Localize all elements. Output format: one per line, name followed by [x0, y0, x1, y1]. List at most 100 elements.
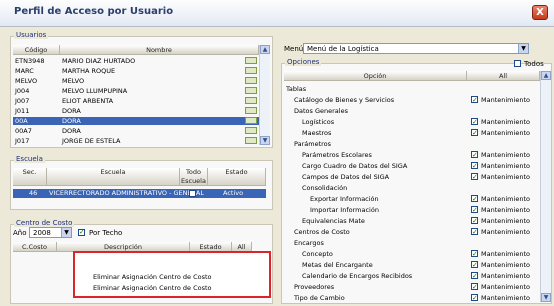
permissions-icon[interactable]: [245, 87, 257, 94]
usuario-row[interactable]: J007 ELIOT ARBENTA: [13, 97, 259, 105]
opcion-checkbox[interactable]: [471, 150, 478, 160]
opcion-checkbox[interactable]: [471, 249, 478, 259]
menu-select[interactable]: Menú de la Logística ▼: [303, 43, 529, 54]
permissions-icon[interactable]: [245, 107, 257, 114]
opcion-row[interactable]: Catálogo de Bienes y Servicios Mantenimie…: [284, 95, 540, 105]
header-ccosto[interactable]: C.Costo: [13, 242, 57, 252]
opcion-row[interactable]: Datos Generales: [284, 106, 540, 116]
por-techo-checkbox[interactable]: [78, 228, 85, 236]
opcion-row[interactable]: Centros de Costo Mantenimiento: [284, 227, 540, 237]
opcion-label: Campos de Datos del SIGA: [302, 173, 390, 181]
usuario-nombre: ELIOT ARBENTA: [62, 97, 114, 105]
opcion-row[interactable]: Tipo de Cambio Mantenimiento: [284, 293, 540, 303]
opcion-row[interactable]: Tablas: [284, 84, 540, 94]
usuarios-legend: Usuarios: [14, 31, 49, 39]
opcion-row[interactable]: Equivalencias Mate Mantenimiento: [284, 216, 540, 226]
context-menu-item[interactable]: Eliminar Asignación Centro de Costo: [93, 273, 212, 281]
opcion-checkbox[interactable]: [471, 194, 478, 204]
header-codigo[interactable]: Código: [13, 45, 60, 55]
anio-label: Año: [13, 229, 27, 237]
usuario-row[interactable]: MARC MARTHA ROQUE: [13, 67, 259, 75]
opcion-row[interactable]: Calendario de Encargos Recibidos Mantenim…: [284, 271, 540, 281]
opcion-row[interactable]: Parámetros: [284, 139, 540, 149]
opcion-checkbox[interactable]: [471, 260, 478, 270]
opcion-label: Datos Generales: [294, 107, 348, 115]
opcion-value: Mantenimiento: [481, 195, 530, 203]
header-opcion-all[interactable]: All: [467, 71, 540, 81]
opciones-scrollbar[interactable]: ▲ ▼: [540, 71, 551, 302]
usuario-nombre: MARTHA ROQUE: [62, 67, 116, 75]
context-menu-item[interactable]: Eliminar Asignación Centro de Costo: [93, 284, 212, 292]
anio-select[interactable]: 2008 ▼: [29, 227, 72, 238]
permissions-icon[interactable]: [245, 57, 257, 64]
opcion-label: Catálogo de Bienes y Servicios: [294, 96, 395, 104]
usuario-row[interactable]: ETN3948 MARIO DIAZ HURTADO: [13, 57, 259, 65]
opcion-row[interactable]: Parámetros Escolares Mantenimiento: [284, 150, 540, 160]
opcion-value: Mantenimiento: [481, 294, 530, 302]
header-todo-escuela[interactable]: Todo Escuela: [180, 168, 208, 186]
escuela-row-name: VICERRECTORADO ADMINISTRATIVO - GENERAL: [49, 189, 204, 197]
opcion-checkbox[interactable]: [471, 227, 478, 237]
usuario-row[interactable]: 00A DORA: [13, 117, 259, 125]
header-estado[interactable]: Estado: [208, 168, 266, 186]
opcion-label: Consolidación: [302, 184, 348, 192]
permissions-icon[interactable]: [245, 137, 257, 144]
usuario-row[interactable]: MELVO MELVO: [13, 77, 259, 85]
opcion-label: Encargos: [294, 239, 324, 247]
opcion-row[interactable]: Maestros Mantenimiento: [284, 128, 540, 138]
opcion-checkbox[interactable]: [471, 271, 478, 281]
usuario-row[interactable]: 00A7 DORA: [13, 127, 259, 135]
opcion-checkbox[interactable]: [471, 205, 478, 215]
usuario-row[interactable]: J017 JORGE DE ESTELA: [13, 137, 259, 145]
permissions-icon[interactable]: [245, 127, 257, 134]
opcion-row[interactable]: Campos de Datos del SIGA Mantenimiento: [284, 172, 540, 182]
scroll-up-icon[interactable]: ▲: [541, 71, 551, 80]
opcion-row[interactable]: Encargos: [284, 238, 540, 248]
opcion-value: Mantenimiento: [481, 173, 530, 181]
opcion-checkbox[interactable]: [471, 293, 478, 303]
usuario-nombre: DORA: [62, 127, 81, 135]
usuario-codigo: 00A7: [15, 127, 32, 135]
opcion-row[interactable]: Cargo Cuadro de Datos del SIGA Mantenimie…: [284, 161, 540, 171]
scroll-down-icon[interactable]: ▼: [260, 136, 270, 145]
opcion-row[interactable]: Consolidación: [284, 183, 540, 193]
header-escuela[interactable]: Escuela: [47, 168, 180, 186]
opcion-row[interactable]: Importar Información Mantenimiento: [284, 205, 540, 215]
header-sec[interactable]: Sec.: [13, 168, 47, 186]
opcion-value: Mantenimiento: [481, 151, 530, 159]
todo-escuela-checkbox[interactable]: [189, 190, 196, 197]
scroll-up-icon[interactable]: ▲: [260, 45, 270, 54]
permissions-icon[interactable]: [245, 67, 257, 74]
opcion-row[interactable]: Metas del Encargante Mantenimiento: [284, 260, 540, 270]
opcion-row[interactable]: Concepto Mantenimiento: [284, 249, 540, 259]
usuario-nombre: MARIO DIAZ HURTADO: [62, 57, 136, 65]
permissions-icon[interactable]: [245, 97, 257, 104]
permissions-icon[interactable]: [245, 77, 257, 84]
close-icon[interactable]: X: [532, 5, 548, 20]
permissions-icon[interactable]: [245, 117, 257, 124]
opcion-row[interactable]: Logísticos Mantenimiento: [284, 117, 540, 127]
usuario-row[interactable]: J011 DORA: [13, 107, 259, 115]
opcion-checkbox[interactable]: [471, 216, 478, 226]
usuario-row[interactable]: J004 MELVO LLUMPUPINA: [13, 87, 259, 95]
opcion-row[interactable]: Exportar Información Mantenimiento: [284, 194, 540, 204]
opcion-checkbox[interactable]: [471, 282, 478, 292]
opcion-label: Calendario de Encargos Recibidos: [302, 272, 413, 280]
opcion-checkbox[interactable]: [471, 161, 478, 171]
header-nombre[interactable]: Nombre: [60, 45, 259, 55]
opcion-checkbox[interactable]: [471, 172, 478, 182]
header-opcion[interactable]: Opción: [284, 71, 467, 81]
opcion-row[interactable]: Proveedores Mantenimiento: [284, 282, 540, 292]
usuarios-scrollbar[interactable]: ▲ ▼: [259, 45, 270, 145]
scroll-down-icon[interactable]: ▼: [541, 293, 551, 302]
chevron-down-icon[interactable]: ▼: [518, 44, 528, 53]
escuela-row[interactable]: 46 VICERRECTORADO ADMINISTRATIVO - GENER…: [13, 189, 266, 198]
todos-checkbox[interactable]: [514, 60, 521, 67]
opcion-checkbox[interactable]: [471, 128, 478, 138]
opcion-checkbox[interactable]: [471, 95, 478, 105]
usuario-codigo: J011: [15, 107, 30, 115]
context-menu: Eliminar Asignación Centro de Costo Elim…: [73, 251, 271, 298]
chevron-down-icon[interactable]: ▼: [61, 228, 71, 237]
menu-label: Menú: [284, 45, 304, 53]
opcion-checkbox[interactable]: [471, 117, 478, 127]
